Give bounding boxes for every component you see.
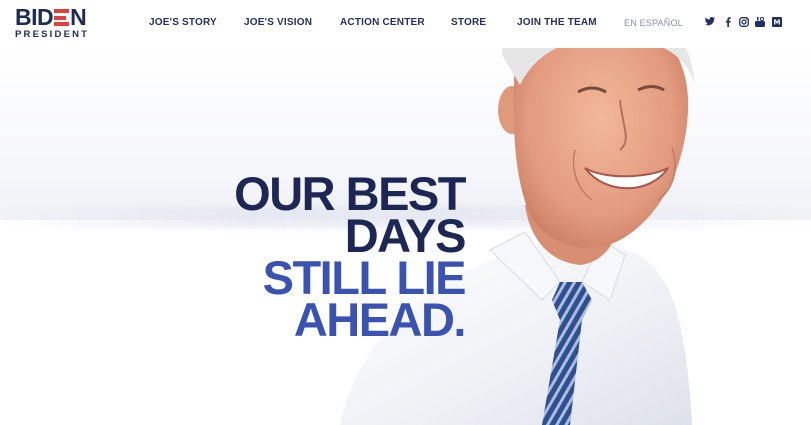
logo-word-right: N xyxy=(70,4,87,30)
site-header: BID N PRESIDENT JOE'S STORY JOE'S VISION… xyxy=(0,0,811,48)
logo-word-left: BID xyxy=(15,4,54,30)
medium-icon[interactable]: M xyxy=(771,16,782,27)
nav-en-espanol[interactable]: EN ESPAÑOL xyxy=(624,18,683,28)
instagram-icon[interactable] xyxy=(738,16,749,27)
logo-flag-e xyxy=(54,9,70,26)
nav-joes-story[interactable]: JOE'S STORY xyxy=(149,17,217,28)
biden-president-logo[interactable]: BID N PRESIDENT xyxy=(15,6,99,42)
nav-joes-vision[interactable]: JOE'S VISION xyxy=(244,17,312,28)
twitter-icon[interactable] xyxy=(704,16,715,27)
nav-join-the-team[interactable]: JOIN THE TEAM xyxy=(517,17,597,28)
logo-subtitle: PRESIDENT xyxy=(15,29,90,40)
facebook-icon[interactable] xyxy=(722,16,733,27)
nav-store[interactable]: STORE xyxy=(451,17,486,28)
nav-action-center[interactable]: ACTION CENTER xyxy=(340,17,425,28)
youtube-icon[interactable] xyxy=(754,16,765,27)
svg-text:M: M xyxy=(773,18,780,26)
headline-line-4: AHEAD. xyxy=(293,293,467,346)
